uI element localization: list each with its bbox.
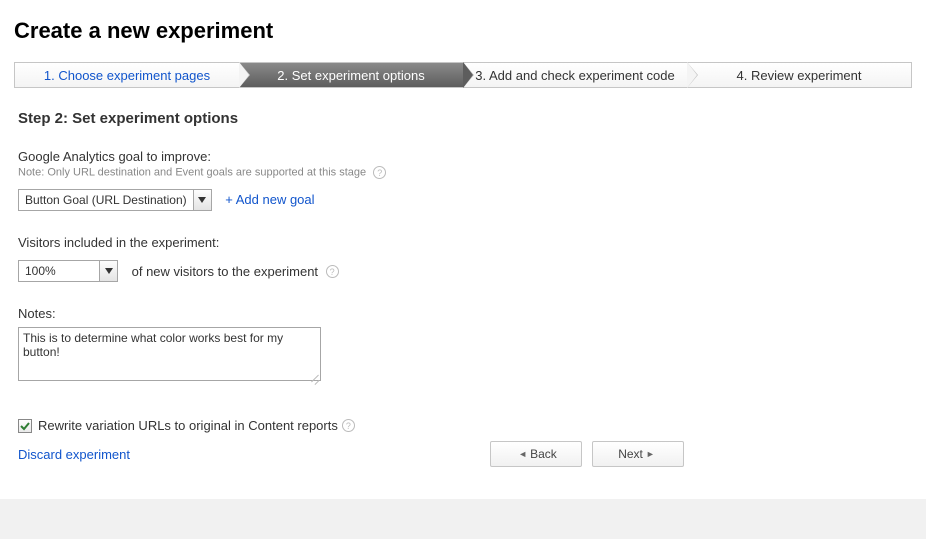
help-icon[interactable]: ? bbox=[342, 419, 355, 432]
visitors-select[interactable]: 100% bbox=[18, 260, 118, 282]
step-3: 3. Add and check experiment code bbox=[463, 63, 687, 87]
step-2-label: 2. Set experiment options bbox=[277, 68, 424, 83]
step-3-label: 3. Add and check experiment code bbox=[475, 68, 674, 83]
goal-label: Google Analytics goal to improve: bbox=[18, 149, 908, 164]
visitors-suffix: of new visitors to the experiment bbox=[132, 264, 318, 279]
step-1[interactable]: 1. Choose experiment pages bbox=[15, 63, 239, 87]
chevron-down-icon bbox=[193, 190, 211, 210]
back-button[interactable]: ◄ Back bbox=[490, 441, 582, 467]
step-bar: 1. Choose experiment pages 2. Set experi… bbox=[14, 62, 912, 88]
back-button-label: Back bbox=[530, 447, 557, 461]
notes-label: Notes: bbox=[18, 306, 908, 321]
page-title: Create a new experiment bbox=[14, 18, 912, 44]
step-1-label: 1. Choose experiment pages bbox=[44, 68, 210, 83]
next-button-label: Next bbox=[618, 447, 643, 461]
arrow-right-icon: ► bbox=[646, 449, 655, 459]
visitors-label: Visitors included in the experiment: bbox=[18, 235, 908, 250]
step-4-label: 4. Review experiment bbox=[737, 68, 862, 83]
next-button[interactable]: Next ► bbox=[592, 441, 684, 467]
notes-textarea[interactable] bbox=[18, 327, 321, 381]
section-title: Step 2: Set experiment options bbox=[18, 110, 908, 127]
add-goal-link[interactable]: + Add new goal bbox=[225, 192, 314, 207]
goal-note: Note: Only URL destination and Event goa… bbox=[18, 166, 366, 178]
visitors-select-value: 100% bbox=[19, 261, 99, 281]
arrow-left-icon: ◄ bbox=[518, 449, 527, 459]
goal-select[interactable]: Button Goal (URL Destination) bbox=[18, 189, 212, 211]
help-icon[interactable]: ? bbox=[326, 265, 339, 278]
discard-link[interactable]: Discard experiment bbox=[18, 447, 130, 462]
check-icon bbox=[20, 421, 30, 431]
goal-select-value: Button Goal (URL Destination) bbox=[19, 190, 193, 210]
step-4: 4. Review experiment bbox=[687, 63, 911, 87]
rewrite-checkbox[interactable] bbox=[18, 419, 32, 433]
rewrite-label: Rewrite variation URLs to original in Co… bbox=[38, 418, 338, 433]
step-2: 2. Set experiment options bbox=[239, 63, 463, 87]
help-icon[interactable]: ? bbox=[373, 166, 386, 179]
page-footer-band bbox=[0, 499, 926, 539]
chevron-down-icon bbox=[99, 261, 117, 281]
